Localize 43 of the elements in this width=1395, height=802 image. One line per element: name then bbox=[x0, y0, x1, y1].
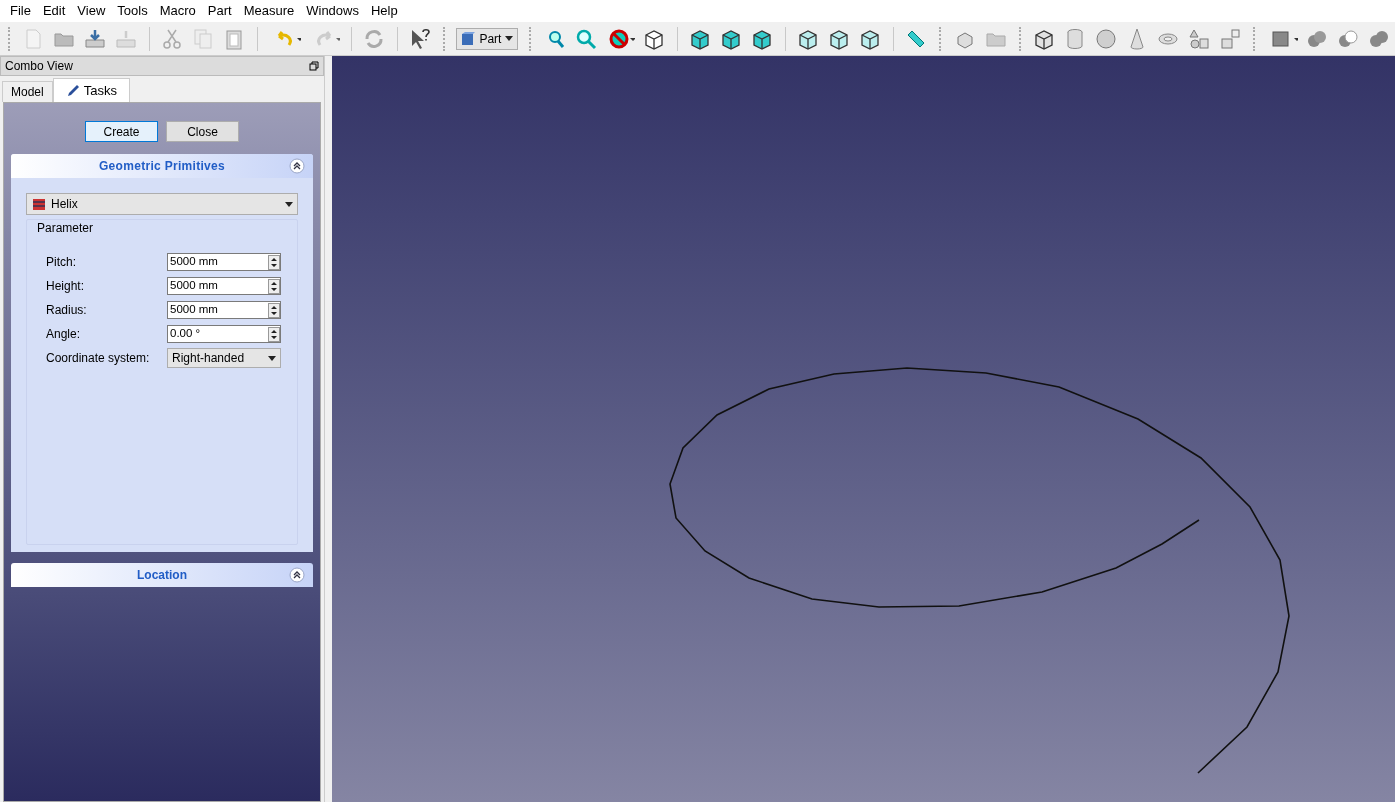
type-dropdown[interactable]: Helix bbox=[26, 193, 298, 215]
menu-item[interactable]: Windows bbox=[300, 1, 365, 21]
cube-icon bbox=[461, 31, 476, 46]
spin-box[interactable]: 0.00 ° bbox=[167, 325, 281, 343]
section-header[interactable]: Location bbox=[11, 563, 313, 587]
spin-box[interactable]: 5000 mm bbox=[167, 253, 281, 271]
panel-title: Combo View bbox=[5, 58, 73, 75]
caret-icon bbox=[285, 201, 293, 207]
tab[interactable]: Model bbox=[2, 81, 53, 102]
menu-item[interactable]: File bbox=[4, 1, 37, 21]
pencil-icon bbox=[65, 83, 80, 98]
collapse-icon[interactable] bbox=[289, 567, 305, 583]
field-label: Pitch: bbox=[46, 254, 77, 271]
field-label: Height: bbox=[46, 278, 86, 295]
sphere-icon[interactable] bbox=[1093, 26, 1118, 51]
3d-viewport[interactable] bbox=[332, 56, 1395, 802]
field-label: Coordinate system: bbox=[46, 350, 151, 367]
menu-item[interactable]: Edit bbox=[36, 1, 72, 21]
field-label: Radius: bbox=[46, 302, 88, 319]
spin-arrows-icon[interactable] bbox=[268, 254, 280, 270]
spin-arrows-icon[interactable] bbox=[268, 302, 280, 318]
workbench-dropdown[interactable]: Part bbox=[456, 27, 519, 50]
spin-arrows-icon[interactable] bbox=[268, 326, 280, 342]
menu-item[interactable]: Help bbox=[364, 1, 404, 21]
dialog-button[interactable]: Close bbox=[166, 121, 239, 142]
section-header[interactable]: Geometric Primitives bbox=[11, 154, 313, 178]
spin-arrows-icon[interactable] bbox=[268, 278, 280, 294]
select-dropdown[interactable]: Right-handed bbox=[167, 348, 281, 368]
caret-icon bbox=[505, 36, 514, 41]
menu-item[interactable]: Measure bbox=[237, 1, 301, 21]
spin-box[interactable]: 5000 mm bbox=[167, 301, 281, 319]
group-label: Parameter bbox=[37, 220, 95, 237]
tab[interactable]: Tasks bbox=[52, 78, 130, 102]
spin-box[interactable]: 5000 mm bbox=[167, 277, 281, 295]
field-label: Angle: bbox=[46, 326, 82, 343]
menu-item[interactable]: Part bbox=[201, 1, 238, 21]
caret-icon bbox=[268, 355, 276, 361]
undock-icon[interactable] bbox=[309, 61, 319, 71]
dialog-button[interactable]: Create bbox=[85, 121, 158, 142]
menu-item[interactable]: Tools bbox=[111, 1, 154, 21]
collapse-icon[interactable] bbox=[289, 158, 305, 174]
menu-item[interactable]: View bbox=[71, 1, 112, 21]
menu-item[interactable]: Macro bbox=[153, 1, 202, 21]
